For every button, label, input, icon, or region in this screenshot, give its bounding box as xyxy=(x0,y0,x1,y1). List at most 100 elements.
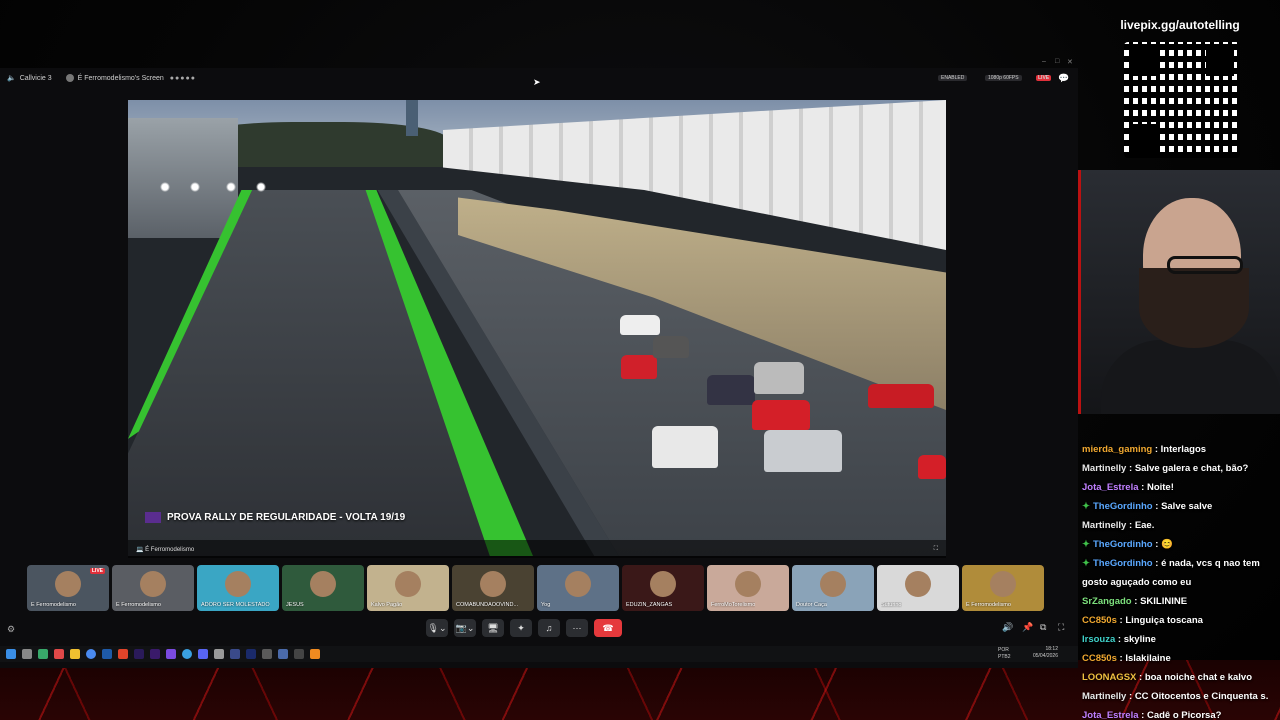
chat-text: Salve salve xyxy=(1161,501,1213,512)
chat-username[interactable]: CC850s xyxy=(1082,615,1117,626)
system-tray[interactable]: POR PTB2 18:12 05/04/2026 xyxy=(998,646,1058,660)
participant-tile[interactable]: Suturino xyxy=(877,565,959,611)
activities-button[interactable]: ✦ xyxy=(510,619,532,637)
app-icon[interactable] xyxy=(182,649,192,659)
more-options-button[interactable]: ⋯ xyxy=(566,619,588,637)
camera-button[interactable]: 📷⌄ xyxy=(454,619,476,637)
app-icon[interactable] xyxy=(278,649,288,659)
share-screen-button[interactable]: 🖥 xyxy=(482,619,504,637)
chat-text: SKILININE xyxy=(1140,596,1188,607)
task-view-icon[interactable] xyxy=(22,649,32,659)
disconnect-button[interactable]: ☎ xyxy=(594,619,622,637)
call-controls: 🎙⌄ 📷⌄ 🖥 ✦ ♫ ⋯ ☎ xyxy=(426,618,622,638)
pin-icon[interactable]: 📌 xyxy=(1022,622,1033,633)
chat-message: Irsouza : skyline xyxy=(1082,630,1276,649)
photoshop-icon[interactable] xyxy=(102,649,112,659)
app-icon[interactable] xyxy=(38,649,48,659)
chat-text: Cadê o Picorsa? xyxy=(1146,710,1222,720)
chat-bubble-icon[interactable]: 💬 xyxy=(1058,73,1069,84)
participant-tile[interactable]: COMABUNDAOOVIND... xyxy=(452,565,534,611)
participant-tile[interactable]: Doutor Caça xyxy=(792,565,874,611)
qr-panel: livepix.gg/autotelling xyxy=(1110,10,1250,165)
mouse-cursor-icon: ➤ xyxy=(533,77,541,87)
vlc-icon[interactable] xyxy=(310,649,320,659)
chat-username[interactable]: TheGordinho xyxy=(1093,539,1153,550)
streamer-avatar xyxy=(65,74,74,82)
media-encoder-icon[interactable] xyxy=(150,649,160,659)
chat-text: CC Oitocentos e Cinquenta s. xyxy=(1134,691,1269,702)
chat-username[interactable]: Martinelly xyxy=(1082,520,1126,531)
app-icon[interactable] xyxy=(214,649,224,659)
chrome-icon[interactable] xyxy=(86,649,96,659)
folder-icon[interactable] xyxy=(70,649,80,659)
chat-panel: mierda_gaming : Interlagos Martinelly : S… xyxy=(1078,440,1280,720)
chat-text: Linguiça toscana xyxy=(1125,615,1203,626)
participant-tile[interactable]: FerroMoTorelismo xyxy=(707,565,789,611)
participant-tile[interactable]: Kalvo Pagão xyxy=(367,565,449,611)
voice-channel-name[interactable]: Callvicie 3 xyxy=(20,75,52,82)
mute-mic-button[interactable]: 🎙⌄ xyxy=(426,619,448,637)
participant-name: ADORO SER MOLESTADO xyxy=(201,602,270,608)
chat-text: 😊 xyxy=(1161,539,1173,550)
close-icon[interactable]: ✕ xyxy=(1067,58,1073,66)
participant-tile[interactable]: ADORO SER MOLESTADO xyxy=(197,565,279,611)
participant-tile[interactable]: É Ferromodelismo xyxy=(112,565,194,611)
video-car xyxy=(918,455,946,479)
app-icon[interactable] xyxy=(166,649,176,659)
participant-tile[interactable]: LIVE É Ferromodelismo xyxy=(27,565,109,611)
brave-icon[interactable] xyxy=(118,649,128,659)
participant-avatar xyxy=(55,571,81,597)
audition-icon[interactable] xyxy=(246,649,256,659)
premiere-icon[interactable] xyxy=(134,649,144,659)
chat-text: gosto aguçado como eu xyxy=(1082,577,1192,588)
volume-icon[interactable]: 🔊 xyxy=(1002,622,1013,633)
viewer-avatars[interactable]: ●●●●● xyxy=(170,75,196,82)
app-icon[interactable] xyxy=(262,649,272,659)
participant-tile[interactable]: JESUS xyxy=(282,565,364,611)
participant-tile[interactable]: EDUZIN_ZANGAS xyxy=(622,565,704,611)
participant-name: É Ferromodelismo xyxy=(116,602,161,608)
chat-username[interactable]: TheGordinho xyxy=(1093,501,1153,512)
chat-message: SrZangado : SKILININE xyxy=(1082,592,1276,611)
chat-separator: : xyxy=(1152,444,1161,455)
participant-name: É Ferromodelismo xyxy=(966,602,1011,608)
participant-tile[interactable]: Yog xyxy=(537,565,619,611)
minimize-icon[interactable]: – xyxy=(1042,58,1046,65)
language-indicator: POR PTB2 xyxy=(998,647,1011,660)
chat-separator: : xyxy=(1138,710,1147,720)
chat-username[interactable]: Irsouza xyxy=(1082,634,1115,645)
participant-avatar xyxy=(735,571,761,597)
screen-share-video[interactable]: PROVA RALLY DE REGULARIDADE - VOLTA 19/1… xyxy=(128,100,946,556)
chat-username[interactable]: Jota_Estrela xyxy=(1082,710,1139,720)
chat-username[interactable]: mierda_gaming xyxy=(1082,444,1152,455)
participant-tile[interactable]: É Ferromodelismo xyxy=(962,565,1044,611)
chat-username[interactable]: LOONAGSX xyxy=(1082,672,1136,683)
caption-logo xyxy=(145,511,161,523)
app-icon[interactable] xyxy=(230,649,240,659)
chat-username[interactable]: Martinelly xyxy=(1082,463,1126,474)
speaker-icon: 🔈 xyxy=(7,75,16,82)
fullscreen-call-icon[interactable]: ⛶ xyxy=(1058,622,1064,633)
participant-name: JESUS xyxy=(286,602,304,608)
chat-separator: : xyxy=(1131,596,1141,607)
chat-username[interactable]: Jota_Estrela xyxy=(1082,482,1139,493)
activity-icon[interactable]: ⚙ xyxy=(7,624,15,635)
stream-scene: – □ ✕ 🔈 Callvicie 3 É Ferromodelismo's S… xyxy=(0,0,1280,720)
chat-username[interactable]: SrZangado xyxy=(1082,596,1132,607)
chat-username[interactable]: Martinelly xyxy=(1082,691,1126,702)
app-icon[interactable] xyxy=(54,649,64,659)
subscriber-badge-icon: ✦ xyxy=(1082,539,1090,550)
chat-username[interactable]: TheGordinho xyxy=(1093,558,1153,569)
maximize-icon[interactable]: □ xyxy=(1055,58,1059,65)
app-icon[interactable] xyxy=(294,649,304,659)
chat-message: Jota_Estrela : Noite! xyxy=(1082,478,1276,497)
soundboard-button[interactable]: ♫ xyxy=(538,619,560,637)
discord-icon[interactable] xyxy=(198,649,208,659)
popout-icon[interactable]: ⧉ xyxy=(1040,622,1046,633)
chat-separator: : xyxy=(1126,691,1135,702)
participant-avatar xyxy=(650,571,676,597)
fullscreen-icon[interactable]: ⛶ xyxy=(934,546,938,553)
chat-username[interactable]: CC850s xyxy=(1082,653,1117,664)
start-icon[interactable] xyxy=(6,649,16,659)
chat-text: Interlagos xyxy=(1160,444,1207,455)
